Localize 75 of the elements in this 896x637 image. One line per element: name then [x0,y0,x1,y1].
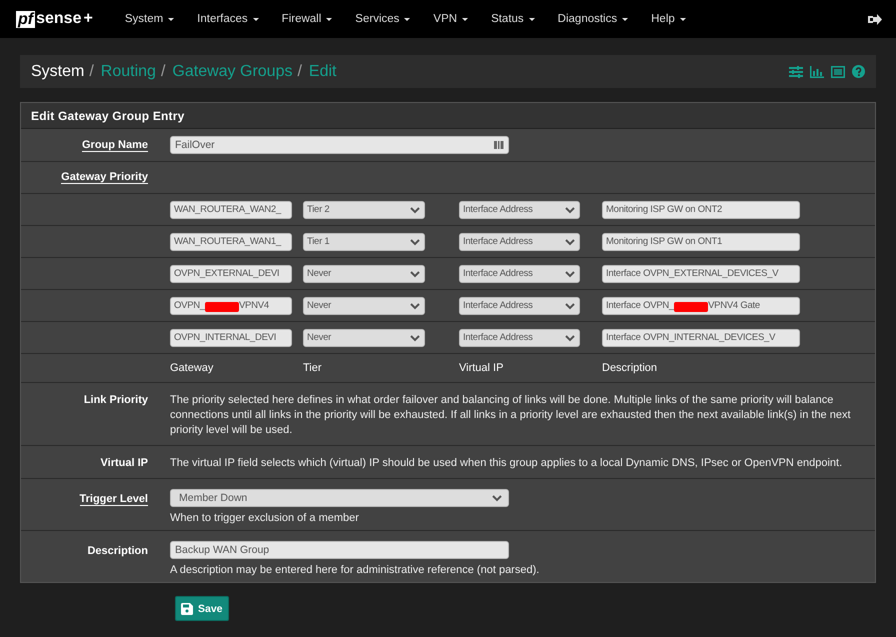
menu-item[interactable]: Firewall [272,13,346,25]
caret-icon [409,332,421,342]
caret-icon [564,236,576,246]
breadcrumb-separator: / [160,62,166,80]
help-text: The priority selected here defines in what order failover and balancing of links will be done. Multiple links of the same priority will balance connections until all links in the priority will be exhausted. If all links in a priority level are exhausted then the next available link(s) in the next priority level will be used. [170,393,852,438]
column-header: Virtual IP [459,362,504,374]
dropdown[interactable]: Never [303,264,425,282]
floppy-icon [181,602,193,614]
caret-icon [564,268,576,278]
sliders-icon[interactable] [789,66,803,78]
dropdown[interactable]: Interface Address [459,328,580,346]
input-field[interactable]: Interface OVPN_INTERNAL_DEVICES_V [602,328,800,346]
menu-item[interactable]: Help [641,13,699,25]
menu-item[interactable]: System [114,13,188,25]
caret-icon [564,300,576,310]
column-header: Tier [303,362,323,374]
panel-header: Edit Gateway Group Entry [21,103,875,129]
input-field[interactable]: Monitoring ISP GW on ONT1 [602,232,800,250]
logo[interactable]: pf sense+ [16,10,93,28]
column-header: Description [602,362,658,374]
input-field[interactable]: Backup WAN Group [170,541,509,559]
field-label: Description [87,545,148,557]
dropdown[interactable]: Interface Address [459,296,580,314]
input-field[interactable]: Monitoring ISP GW on ONT2 [602,200,800,218]
breadcrumb-link[interactable]: Edit [308,62,336,80]
save-button[interactable]: Save [175,596,229,621]
menu-item[interactable]: Diagnostics [548,13,642,25]
dropdown[interactable]: Tier 1 [303,232,425,250]
column-header: Gateway [170,362,214,374]
caret-icon [409,300,421,310]
input-field[interactable]: WAN_ROUTERA_WAN1_ [170,232,292,250]
field-label: Group Name [82,138,148,152]
breadcrumb-link[interactable]: Routing [100,62,156,80]
input-field[interactable]: Interface OVPN_ VPNV4 Gate [602,296,800,314]
menu-item[interactable]: Interfaces [187,13,272,25]
logout-icon[interactable] [868,12,882,26]
caret-icon [409,204,421,214]
dropdown[interactable]: Interface Address [459,200,580,218]
caret-icon [564,204,576,214]
breadcrumb-item: System [31,62,84,80]
password-manager-icon[interactable] [494,140,504,150]
menu-item[interactable]: Services [345,13,424,25]
input-field[interactable]: OVPN_ VPNV4 [170,296,292,314]
dropdown[interactable]: Tier 2 [303,200,425,218]
input-field[interactable]: OVPN_EXTERNAL_DEVI [170,264,292,282]
input-field[interactable]: OVPN_INTERNAL_DEVI [170,328,292,346]
input-field[interactable]: WAN_ROUTERA_WAN2_ [170,200,292,218]
caret-icon [564,332,576,342]
breadcrumb-separator: / [297,62,302,80]
dropdown[interactable]: Never [303,296,425,314]
dropdown[interactable]: Interface Address [459,232,580,250]
redaction-mark [674,302,708,312]
dropdown[interactable]: Interface Address [459,264,580,282]
dropdown[interactable]: Never [303,328,425,346]
breadcrumb-link[interactable]: Gateway Groups [172,62,292,80]
menu-item[interactable]: Status [481,13,548,25]
field-label: Link Priority [84,394,148,406]
caret-icon [409,268,421,278]
field-label: Gateway Priority [61,171,148,184]
redaction-mark [204,302,239,312]
breadcrumb-separator: / [89,62,94,80]
field-label: Virtual IP [100,457,148,469]
help-text: When to trigger exclusion of a member [170,512,360,524]
field-label: Trigger Level [80,493,148,506]
dropdown[interactable]: Member Down [170,489,509,507]
help-text: A description may be entered here for administrative reference (not parsed). [170,564,540,576]
caret-icon [491,493,503,503]
help-icon[interactable] [852,65,865,78]
menu-item[interactable]: VPN [423,13,482,25]
caret-icon [409,236,421,246]
help-text: The virtual IP field selects which (virtual) IP should be used when this group applies to a local Dynamic DNS, IPsec or OpenVPN endpoint. [170,456,844,471]
input-field[interactable]: Interface OVPN_EXTERNAL_DEVICES_V [602,264,800,282]
list-icon[interactable] [831,66,845,78]
input-field[interactable]: FailOver [170,136,509,154]
bar-chart-icon[interactable] [810,66,824,78]
